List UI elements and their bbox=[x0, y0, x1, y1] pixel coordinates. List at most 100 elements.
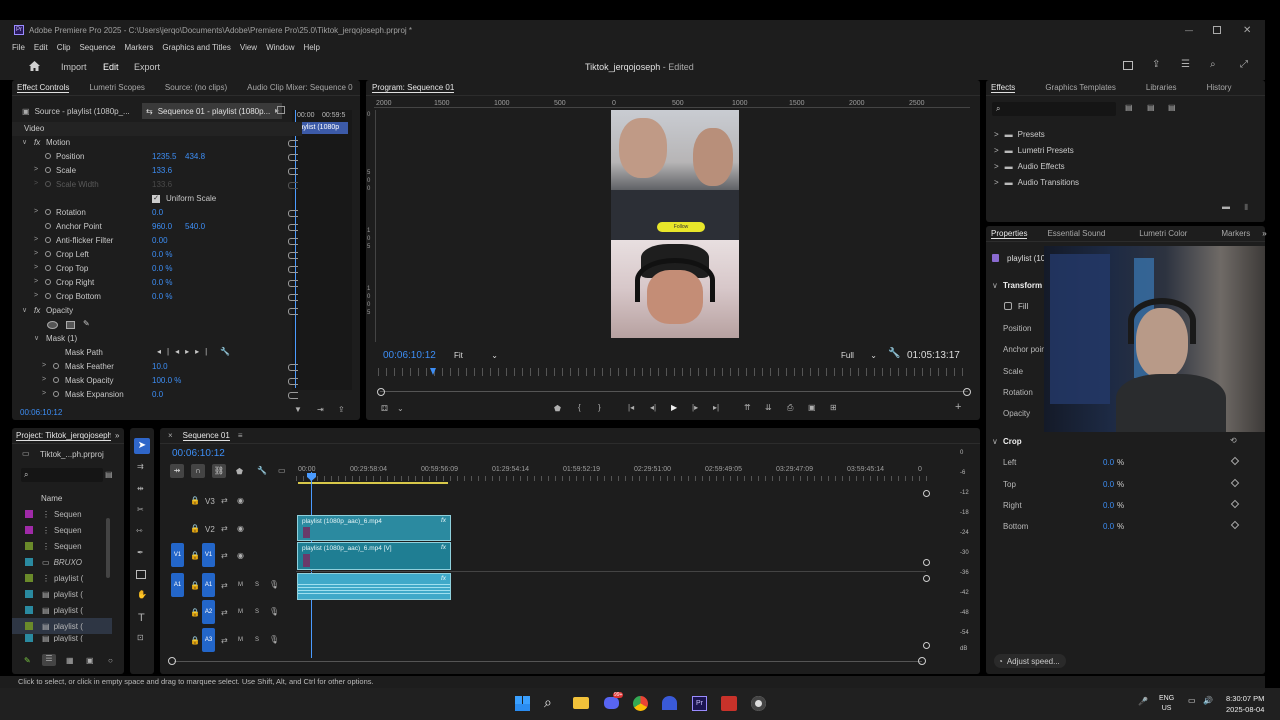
tab-effect-controls[interactable]: Effect Controls bbox=[17, 83, 70, 93]
lock-icon[interactable]: 🔒 bbox=[190, 636, 200, 645]
add-button-icon[interactable]: + bbox=[955, 401, 961, 413]
lock-icon[interactable]: 🔒 bbox=[190, 608, 200, 617]
workspace-layout-icon[interactable] bbox=[1123, 61, 1133, 70]
tab-lumetri-color[interactable]: Lumetri Color bbox=[1139, 229, 1187, 238]
list-item[interactable]: ⋮ playlist ( bbox=[12, 570, 112, 586]
sync-lock-icon[interactable]: ⇄ bbox=[221, 551, 228, 560]
zoom-scrollbar[interactable] bbox=[380, 391, 968, 397]
list-item[interactable]: > ▬ Presets bbox=[994, 126, 1079, 142]
list-item[interactable]: ▭ BRUXO bbox=[12, 554, 112, 570]
menu-clip[interactable]: Clip bbox=[57, 43, 71, 52]
wrench-icon[interactable]: 🔧 bbox=[888, 348, 900, 359]
search-icon[interactable]: ⌕ bbox=[544, 694, 552, 711]
freeform-view-icon[interactable]: ▣ bbox=[86, 656, 94, 665]
resolution-dropdown[interactable]: Full ⌄ bbox=[841, 349, 877, 361]
camera-icon[interactable]: ⎙ bbox=[787, 403, 793, 413]
workspaces-icon[interactable]: ☰ bbox=[1181, 59, 1190, 70]
audio-clip-a1[interactable]: fx bbox=[297, 573, 451, 600]
tab-source[interactable]: Source: (no clips) bbox=[165, 83, 227, 92]
name-column-header[interactable]: Name bbox=[41, 494, 62, 503]
tab-edit[interactable]: Edit bbox=[103, 62, 119, 72]
search-icon[interactable]: ⌕ bbox=[1210, 59, 1216, 70]
timeline-vscroll-handle[interactable] bbox=[923, 642, 930, 649]
reset-icon[interactable] bbox=[288, 224, 298, 231]
menu-window[interactable]: Window bbox=[266, 43, 294, 52]
add-marker-icon[interactable]: ⬟ bbox=[236, 467, 243, 476]
reset-icon[interactable] bbox=[288, 378, 298, 385]
tab-export[interactable]: Export bbox=[134, 62, 160, 72]
list-item[interactable]: ▤ playlist ( bbox=[12, 602, 112, 618]
list-item[interactable]: > ▬ Audio Effects bbox=[994, 158, 1079, 174]
fill-checkbox-icon[interactable] bbox=[1004, 302, 1012, 310]
more-tabs-icon[interactable]: » bbox=[115, 431, 119, 440]
source-selector[interactable]: ▣ Source - playlist (1080p_... bbox=[22, 104, 134, 118]
tab-libraries[interactable]: Libraries bbox=[1146, 83, 1177, 92]
sync-lock-icon[interactable]: ⇄ bbox=[221, 581, 228, 590]
taskbar-chevron-up-icon[interactable]: 🎤 bbox=[1138, 697, 1148, 706]
language-indicator[interactable]: ENG US bbox=[1159, 694, 1174, 714]
program-timecode[interactable]: 00:06:10:12 bbox=[383, 350, 436, 361]
go-to-in-icon[interactable]: |◂ bbox=[628, 403, 634, 412]
extract-icon[interactable]: ⇊ bbox=[765, 403, 772, 412]
reset-icon[interactable] bbox=[288, 154, 298, 161]
tab-essential-sound[interactable]: Essential Sound bbox=[1047, 229, 1105, 238]
chevron-right-icon[interactable]: > bbox=[34, 180, 38, 187]
keyframe-icon[interactable] bbox=[1230, 520, 1240, 530]
mark-in-icon[interactable]: { bbox=[578, 403, 581, 412]
app-icon-record[interactable] bbox=[751, 696, 766, 711]
bin-filter-icon[interactable]: ▤ bbox=[105, 470, 113, 479]
menu-markers[interactable]: Markers bbox=[125, 43, 154, 52]
microphone-icon[interactable]: 🎙 bbox=[269, 607, 279, 616]
slip-tool-icon[interactable]: ⇿ bbox=[136, 526, 143, 535]
discord-icon[interactable] bbox=[604, 697, 619, 709]
reset-icon[interactable] bbox=[288, 168, 298, 175]
close-icon[interactable]: ✕ bbox=[1243, 25, 1251, 36]
icon-view-icon[interactable]: ▦ bbox=[66, 656, 74, 665]
timeline-ruler[interactable]: 00:00 00:29:58:04 00:59:56:09 01:29:54:1… bbox=[296, 462, 928, 484]
uniform-scale-checkbox[interactable]: ✓ bbox=[152, 195, 160, 203]
chevron-down-icon[interactable]: ∨ bbox=[992, 281, 998, 290]
ripple-edit-icon[interactable]: ⇹ bbox=[137, 484, 144, 493]
go-to-out-icon[interactable]: ▸| bbox=[713, 403, 719, 412]
tab-program[interactable]: Program: Sequence 01 bbox=[372, 83, 455, 93]
stopwatch-icon[interactable] bbox=[45, 167, 51, 173]
position-y[interactable]: 434.8 bbox=[185, 152, 205, 161]
ellipse-mask-icon[interactable] bbox=[47, 321, 58, 329]
chevron-down-icon[interactable]: ⌄ bbox=[397, 404, 404, 413]
list-item[interactable]: ⋮ Sequen bbox=[12, 522, 112, 538]
ec-timecode[interactable]: 00:06:10:12 bbox=[20, 408, 62, 417]
settings-icon[interactable]: ⚃ bbox=[381, 404, 388, 413]
stopwatch-icon[interactable] bbox=[53, 377, 59, 383]
reset-icon[interactable] bbox=[288, 364, 298, 371]
stopwatch-icon[interactable] bbox=[45, 279, 51, 285]
more-tabs-icon[interactable]: » bbox=[1262, 229, 1266, 238]
reset-icon[interactable] bbox=[288, 308, 298, 315]
zoom-slider-icon[interactable]: ○ bbox=[108, 656, 113, 665]
video-clip-v1[interactable]: playlist (1080p_aac)_6.mp4 [V] fx bbox=[297, 542, 451, 570]
comparison-view-icon[interactable]: ▣ bbox=[808, 403, 816, 412]
scroll-handle-right[interactable] bbox=[963, 388, 971, 396]
hscroll-handle-right[interactable] bbox=[918, 657, 926, 665]
keyframe-icon[interactable] bbox=[1230, 456, 1240, 466]
solo-button[interactable]: S bbox=[255, 609, 259, 615]
tab-sequence-01[interactable]: Sequence 01 bbox=[182, 431, 230, 441]
fit-dropdown[interactable]: Fit ⌄ bbox=[454, 349, 498, 361]
rotation-value[interactable]: 0.0 bbox=[152, 208, 163, 217]
list-item[interactable]: > ▬ Lumetri Presets bbox=[994, 142, 1079, 158]
razor-tool-icon[interactable]: ✂ bbox=[137, 505, 144, 514]
mute-button[interactable]: M bbox=[238, 637, 243, 643]
hand-tool-icon[interactable]: ✋ bbox=[137, 590, 147, 599]
mask-opacity-value[interactable]: 100.0 % bbox=[152, 376, 181, 385]
mute-button[interactable]: M bbox=[238, 582, 243, 588]
track-target-v1[interactable]: V1 bbox=[202, 543, 215, 567]
menu-help[interactable]: Help bbox=[304, 43, 320, 52]
stopwatch-icon[interactable] bbox=[45, 223, 51, 229]
32bit-effects-icon[interactable]: ▤ bbox=[1147, 103, 1155, 112]
reset-icon[interactable] bbox=[288, 280, 298, 287]
lift-icon[interactable]: ⇈ bbox=[744, 403, 751, 412]
chevron-right-icon[interactable]: > bbox=[34, 264, 38, 271]
tab-history[interactable]: History bbox=[1207, 83, 1232, 92]
chevron-down-icon[interactable]: ∨ bbox=[34, 334, 39, 342]
effects-search-input[interactable] bbox=[1000, 103, 1101, 115]
trim-icon[interactable]: ⊞ bbox=[830, 403, 837, 412]
